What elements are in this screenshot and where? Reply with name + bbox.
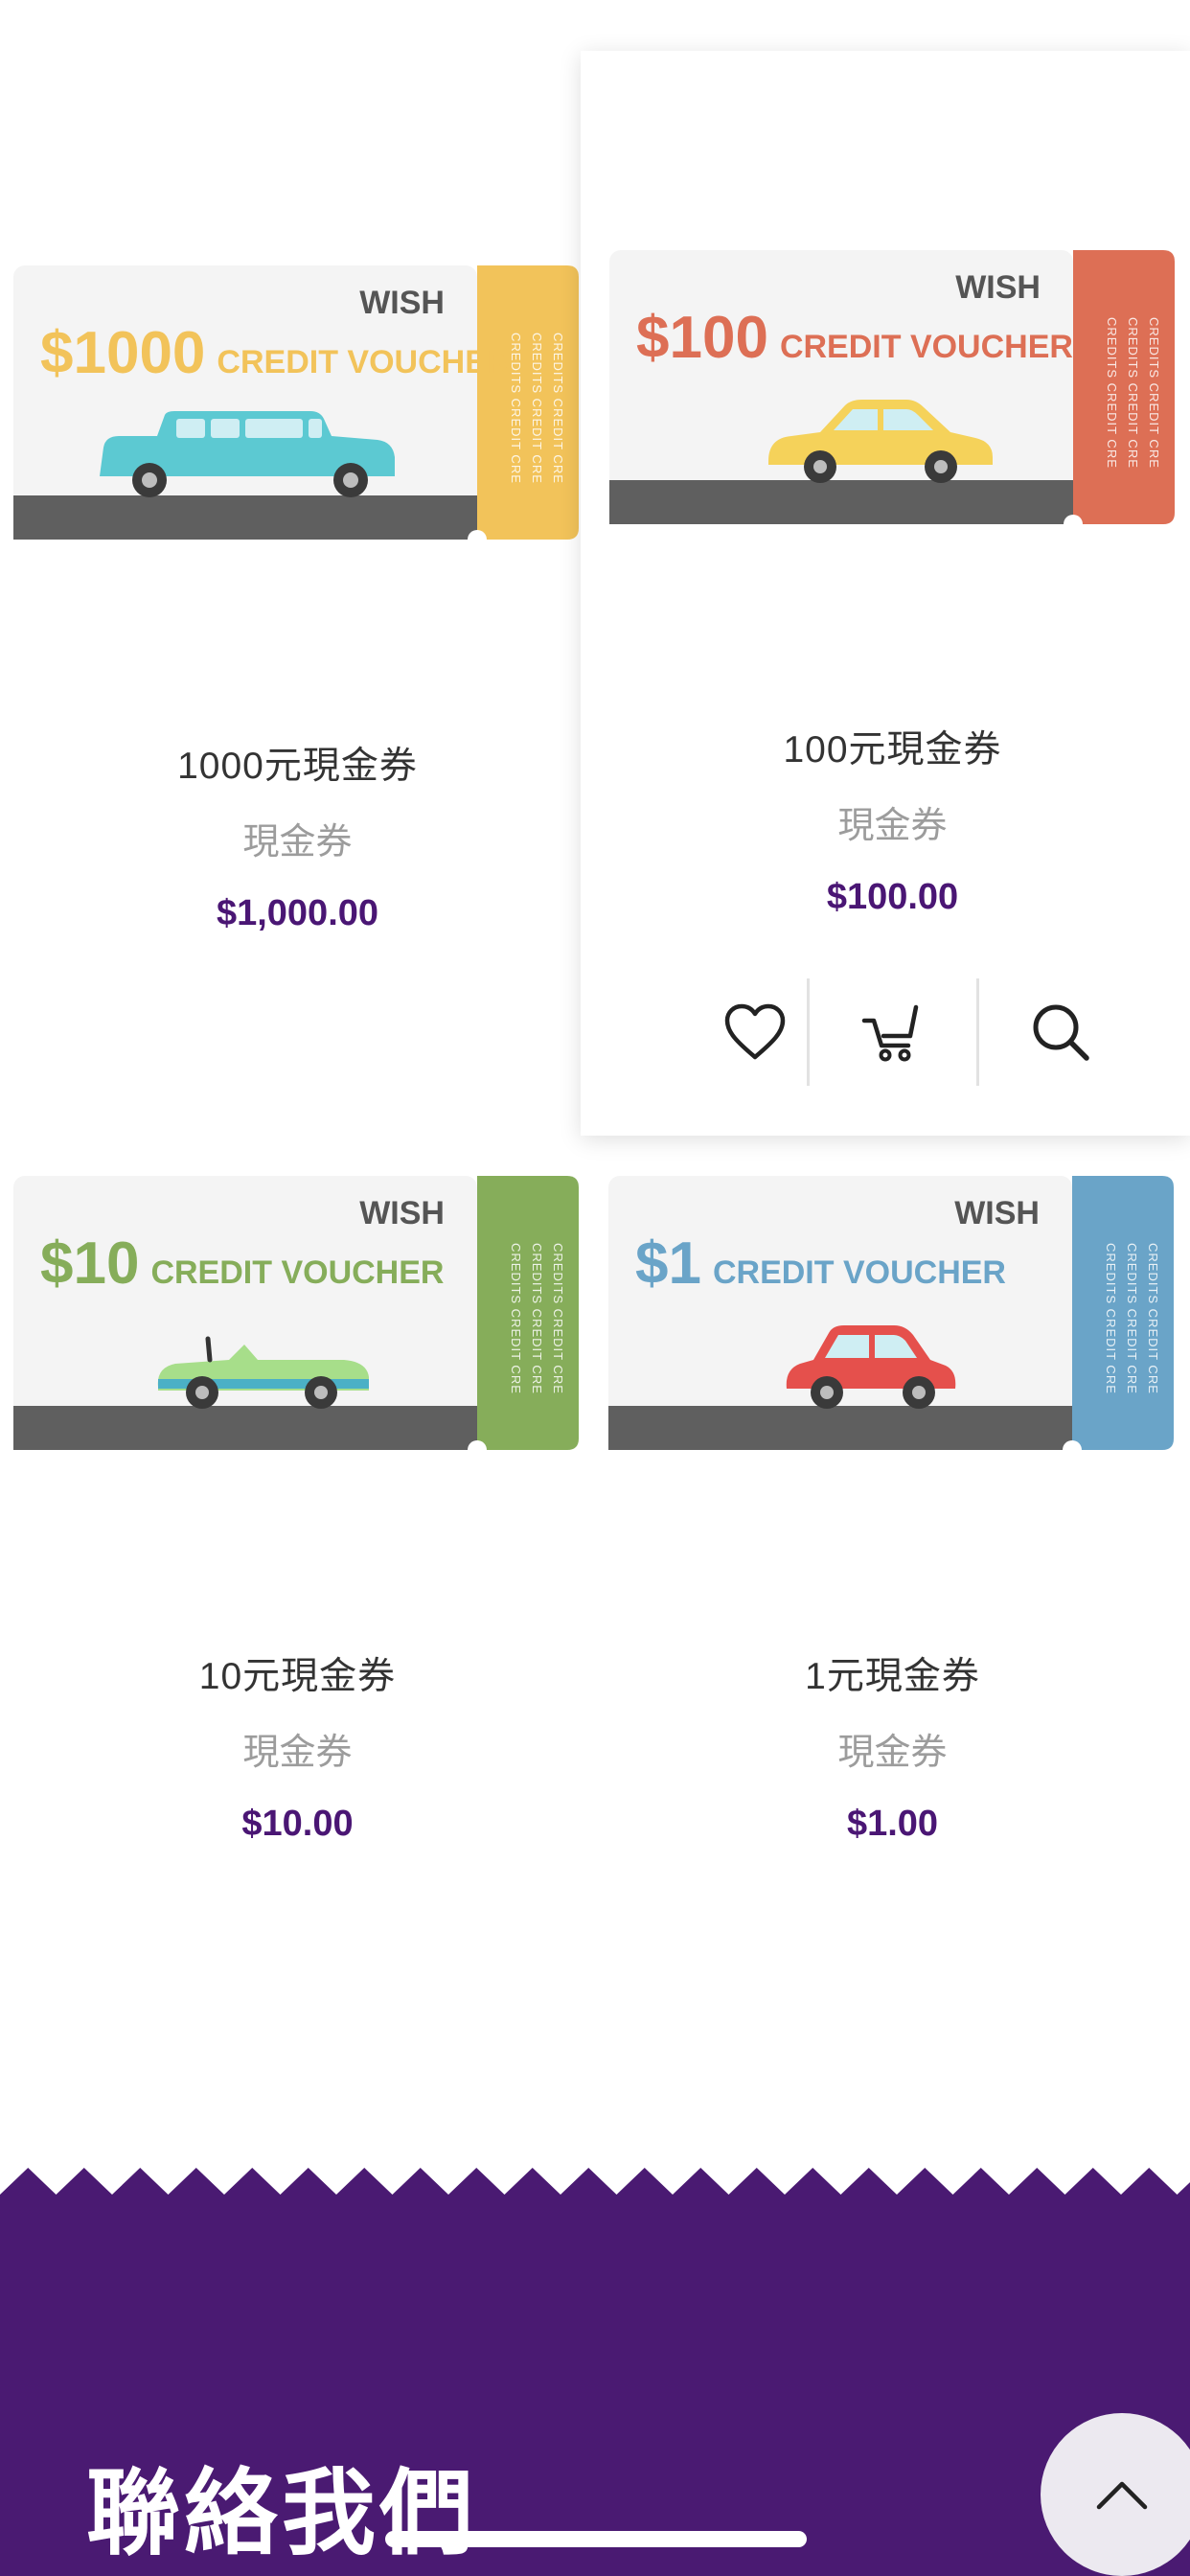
voucher-label: CREDIT VOUCHER (780, 329, 1073, 365)
action-divider (976, 978, 979, 1086)
stub-credits-text: CREDITS CREDIT CRE (1104, 1243, 1118, 1394)
product-card[interactable]: CREDITS CREDIT CRE CREDITS CREDIT CRE CRED… (0, 0, 595, 1121)
voucher-brand: WISH (955, 269, 1041, 306)
stub-credits-text: CREDITS CREDIT CRE (509, 333, 523, 484)
voucher-illustration: CREDITS CREDIT CRE CREDITS CREDIT CRE CRED… (609, 250, 1175, 524)
heart-icon (724, 1003, 786, 1060)
product-title[interactable]: 1000元現金券 (0, 745, 595, 789)
product-image[interactable]: CREDITS CREDIT CRE CREDITS CREDIT CRE CRED… (608, 1176, 1174, 1450)
action-divider (807, 978, 810, 1086)
home-indicator (385, 2531, 807, 2547)
add-to-cart-button[interactable] (848, 978, 934, 1086)
product-actions (595, 978, 1190, 1086)
stub-credits-text: CREDITS CREDIT CRE (530, 1243, 544, 1394)
voucher-illustration: CREDITS CREDIT CRE CREDITS CREDIT CRE CRED… (13, 1176, 579, 1450)
stub-credits-text: CREDITS CREDIT CRE (1147, 317, 1161, 469)
voucher-illustration: CREDITS CREDIT CRE CREDITS CREDIT CRE CRED… (13, 265, 579, 540)
product-card[interactable]: CREDITS CREDIT CRE CREDITS CREDIT CRE CRED… (595, 1136, 1190, 1931)
chevron-up-icon (1096, 2481, 1148, 2510)
product-category[interactable]: 現金券 (595, 1732, 1190, 1774)
product-price: $1,000.00 (216, 893, 379, 933)
voucher-label: CREDIT VOUCHER (150, 1254, 444, 1291)
product-category[interactable]: 現金券 (0, 1732, 595, 1774)
stub-credits-text: CREDITS CREDIT CRE (1125, 1243, 1139, 1394)
voucher-label: CREDIT VOUCHER (713, 1254, 1006, 1291)
stub-credits-text: CREDITS CREDIT CRE (1105, 317, 1119, 469)
voucher-brand: WISH (359, 1195, 445, 1231)
stub-credits-text: CREDITS CREDIT CRE (1126, 317, 1140, 469)
stub-credits-text: CREDITS CREDIT CRE (530, 333, 544, 484)
product-price: $10.00 (241, 1804, 354, 1844)
product-grid-page: CREDITS CREDIT CRE CREDITS CREDIT CRE CRED… (0, 0, 1190, 2576)
product-image[interactable]: CREDITS CREDIT CRE CREDITS CREDIT CRE CRED… (13, 1176, 579, 1450)
product-category[interactable]: 現金券 (595, 805, 1190, 847)
stub-credits-text: CREDITS CREDIT CRE (551, 333, 565, 484)
wishlist-button[interactable] (712, 978, 798, 1086)
product-image[interactable]: CREDITS CREDIT CRE CREDITS CREDIT CRE CRED… (609, 250, 1175, 524)
product-title[interactable]: 10元現金券 (0, 1655, 595, 1699)
contact-us-heading: 聯絡我們 (86, 2459, 478, 2568)
product-price: $1.00 (846, 1804, 939, 1844)
stub-credits-text: CREDITS CREDIT CRE (551, 1243, 565, 1394)
cart-icon (861, 1004, 919, 1062)
product-card-hovered[interactable]: CREDITS CREDIT CRE CREDITS CREDIT CRE CRED… (581, 51, 1190, 1136)
product-image[interactable]: CREDITS CREDIT CRE CREDITS CREDIT CRE CRED… (13, 265, 579, 540)
product-title[interactable]: 1元現金券 (595, 1655, 1190, 1699)
stub-credits-text: CREDITS CREDIT CRE (1146, 1243, 1160, 1394)
product-category[interactable]: 現金券 (0, 821, 595, 863)
voucher-illustration: CREDITS CREDIT CRE CREDITS CREDIT CRE CRED… (608, 1176, 1174, 1450)
voucher-brand: WISH (359, 285, 445, 321)
product-card[interactable]: CREDITS CREDIT CRE CREDITS CREDIT CRE CRED… (0, 1136, 595, 1931)
voucher-label: CREDIT VOUCHER (217, 344, 510, 380)
product-price: $100.00 (826, 877, 959, 917)
quickview-button[interactable] (1018, 978, 1104, 1086)
back-to-top-button[interactable] (1041, 2413, 1190, 2576)
product-title[interactable]: 100元現金券 (595, 728, 1190, 772)
voucher-brand: WISH (954, 1195, 1040, 1231)
search-icon (1033, 1004, 1089, 1061)
stub-credits-text: CREDITS CREDIT CRE (509, 1243, 523, 1394)
